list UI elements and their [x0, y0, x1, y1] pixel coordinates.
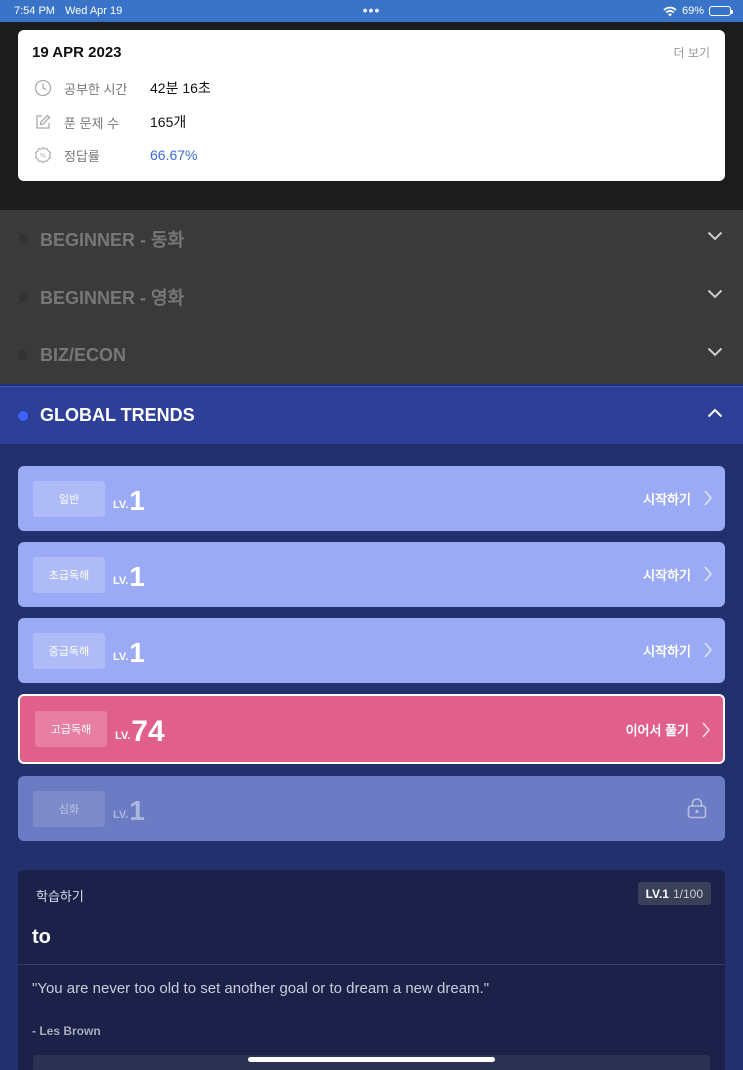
level-number: 1: [129, 637, 145, 668]
category-biz-econ[interactable]: BIZ/ECON: [0, 326, 743, 384]
category-title: GLOBAL TRENDS: [40, 405, 195, 425]
level-tag: 고급독해: [35, 711, 107, 747]
category-title: BEGINNER - 영화: [40, 288, 185, 308]
multitasking-dots[interactable]: •••: [363, 2, 381, 18]
category-bullet: [18, 292, 28, 302]
study-heading: 학습하기: [36, 889, 84, 904]
level-tag: 중급독해: [33, 632, 105, 669]
divider: [18, 964, 725, 965]
stat-accuracy: % 정답률 66.67%: [34, 145, 197, 165]
quote-author: - Les Brown: [32, 1024, 101, 1038]
category-beginner-movie[interactable]: BEGINNER - 영화: [0, 268, 743, 326]
level-tag: 일반: [33, 480, 105, 517]
badge-level: LV.1: [645, 886, 669, 901]
level-number: 1: [129, 795, 145, 826]
badge-progress: 1/100: [672, 886, 703, 901]
study-quote: "You are never too old to set another go…: [32, 980, 490, 997]
category-bullet: [18, 234, 28, 244]
battery-icon: [709, 6, 733, 16]
chevron-right-icon: [704, 490, 712, 506]
start-button[interactable]: 시작하기: [643, 565, 691, 584]
level-number: 1: [129, 561, 145, 592]
level-card-beginner-reading[interactable]: 초급독해 LV. 1 시작하기: [18, 542, 725, 607]
study-level-badge: LV.1 1/100: [637, 882, 711, 905]
category-bullet: [18, 350, 28, 360]
stat-study-time: 공부한 시간 42분 16초: [34, 78, 211, 98]
start-button[interactable]: 시작하기: [643, 641, 691, 660]
category-title: BEGINNER - 동화: [40, 230, 185, 250]
stat-value: 165개: [150, 114, 187, 130]
level-card-intermediate-reading[interactable]: 중급독해 LV. 1 시작하기: [18, 618, 725, 683]
chevron-right-icon: [704, 566, 712, 582]
daily-stats-area: 19 APR 2023 더 보기 공부한 시간 42분 16초 푼 문제 수 1…: [0, 22, 743, 210]
chevron-right-icon: [702, 722, 710, 738]
chevron-right-icon: [704, 642, 712, 658]
level-prefix: LV.: [113, 499, 129, 511]
level-card-advanced-reading[interactable]: 고급독해 LV. 74 이어서 풀기: [18, 694, 725, 764]
study-panel: 학습하기 LV.1 1/100 to "You are never too ol…: [18, 870, 725, 1070]
percent-badge-icon: %: [34, 146, 52, 164]
level-prefix: LV.: [113, 809, 129, 821]
stat-label: 정답률: [64, 148, 100, 164]
svg-text:%: %: [40, 152, 46, 160]
start-button[interactable]: 시작하기: [643, 489, 691, 508]
level-number: 74: [131, 715, 165, 748]
category-global-trends[interactable]: GLOBAL TRENDS: [0, 386, 743, 444]
level-prefix: LV.: [113, 575, 129, 587]
level-tag: 초급독해: [33, 556, 105, 593]
status-date: Wed Apr 19: [64, 5, 123, 17]
stat-value: 42분 16초: [150, 80, 211, 96]
lock-icon: [687, 798, 707, 819]
home-indicator[interactable]: [248, 1057, 495, 1062]
level-card-general[interactable]: 일반 LV. 1 시작하기: [18, 466, 725, 531]
level-number: 1: [129, 485, 145, 516]
wifi-icon: [663, 6, 677, 16]
stat-label: 푼 문제 수: [64, 115, 120, 131]
daily-stats-card: 19 APR 2023 더 보기 공부한 시간 42분 16초 푼 문제 수 1…: [18, 30, 725, 181]
chevron-down-icon: [707, 347, 723, 357]
clock-icon: [34, 79, 52, 97]
level-card-deep[interactable]: 심화 LV. 1: [18, 776, 725, 841]
stat-value: 66.67%: [150, 147, 198, 163]
stats-date: 19 APR 2023: [32, 44, 122, 61]
stat-label: 공부한 시간: [64, 81, 128, 97]
status-bar: 7:54 PM Wed Apr 19 ••• 69%: [0, 0, 743, 22]
level-prefix: LV.: [113, 651, 129, 663]
category-beginner-fairy-tale[interactable]: BEGINNER - 동화: [0, 210, 743, 268]
category-bullet-active: [18, 410, 28, 421]
level-prefix: LV.: [115, 730, 131, 742]
more-link[interactable]: 더 보기: [674, 44, 710, 61]
stat-solved-count: 푼 문제 수 165개: [34, 112, 186, 132]
category-title: BIZ/ECON: [40, 344, 127, 365]
chevron-down-icon: [707, 231, 723, 241]
study-word: to: [32, 926, 51, 948]
chevron-up-icon: [707, 408, 723, 418]
battery-percent: 69%: [681, 5, 704, 17]
chevron-down-icon: [707, 289, 723, 299]
level-tag: 심화: [33, 790, 105, 827]
status-time: 7:54 PM: [14, 5, 55, 17]
continue-button[interactable]: 이어서 풀기: [626, 720, 689, 739]
edit-icon: [34, 113, 52, 131]
